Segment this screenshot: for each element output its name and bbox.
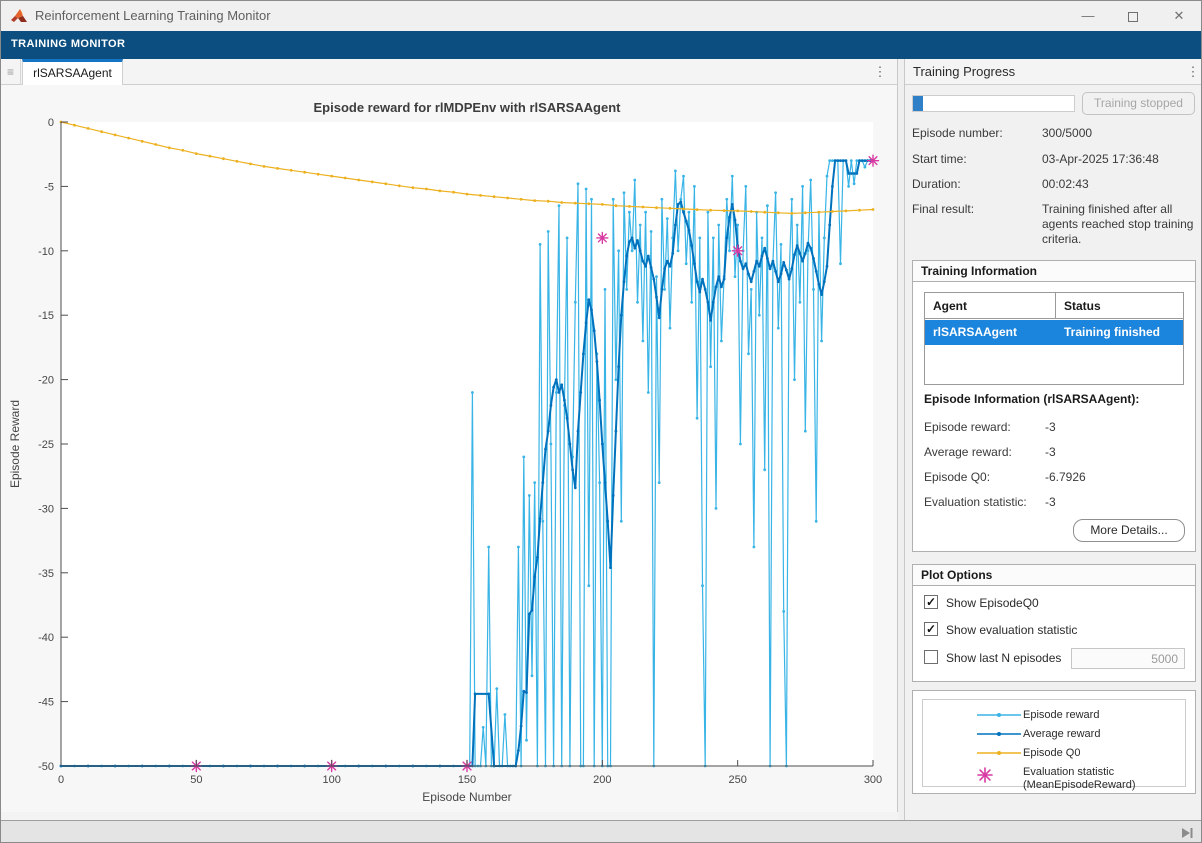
average-reward-label: Average reward: <box>924 445 1012 459</box>
duration-label: Duration: <box>912 177 961 191</box>
show-episodeq0-checkbox[interactable]: ✓ <box>924 595 938 609</box>
evaluation-statistic-value: -3 <box>1045 495 1056 509</box>
average-reward-legend-label: Average reward <box>1023 728 1100 740</box>
average-reward-value: -3 <box>1045 445 1056 459</box>
table-header-agent: Agent <box>925 293 1056 319</box>
training-progress-bar <box>912 95 1075 112</box>
ribbon-tab-training-monitor[interactable]: TRAINING MONITOR <box>11 38 125 50</box>
ribbon: TRAINING MONITOR <box>1 31 1202 59</box>
episode-q0-legend-line <box>975 746 1023 758</box>
training-progress-title: Training Progress <box>913 64 1015 79</box>
table-cell-agent: rlSARSAAgent <box>925 320 1056 345</box>
window-title: Reinforcement Learning Training Monitor <box>35 8 271 23</box>
minimize-button[interactable]: — <box>1066 1 1110 31</box>
legend-panel: Episode reward Average reward Episode Q0… <box>912 690 1196 794</box>
collapse-panel-icon[interactable] <box>1179 825 1195 841</box>
svg-text:-40: -40 <box>38 632 54 644</box>
evaluation-statistic-legend-marker <box>975 765 1023 777</box>
episode-reward-legend-label: Episode reward <box>1023 709 1099 721</box>
show-last-n-episodes-checkbox[interactable] <box>924 650 938 664</box>
plot-options-panel: Plot Options ✓ Show EpisodeQ0 ✓ Show eva… <box>912 564 1196 682</box>
maximize-icon <box>1128 12 1138 22</box>
app-window: Reinforcement Learning Training Monitor … <box>0 0 1202 843</box>
average-reward-legend-line <box>975 727 1023 739</box>
training-progress-menu-icon[interactable]: ⋮ <box>1183 59 1202 85</box>
episode-number-label: Episode number: <box>912 126 1003 140</box>
svg-text:-35: -35 <box>38 568 54 580</box>
evaluation-statistic-legend-label: Evaluation statistic(MeanEpisodeReward) <box>1023 766 1136 792</box>
table-row[interactable]: rlSARSAAgent Training finished <box>925 320 1183 345</box>
episode-reward-value: -3 <box>1045 420 1056 434</box>
matlab-logo-icon <box>10 7 28 25</box>
title-bar: Reinforcement Learning Training Monitor … <box>1 1 1202 31</box>
training-information-header: Training Information <box>913 261 1195 282</box>
episode-q0-value: -6.7926 <box>1045 470 1086 484</box>
status-bar <box>1 820 1202 843</box>
episode-q0-label: Episode Q0: <box>924 470 990 484</box>
chart-title: Episode reward for rlMDPEnv with rlSARSA… <box>314 100 622 115</box>
show-evaluation-statistic-checkbox[interactable]: ✓ <box>924 622 938 636</box>
training-information-title: Training Information <box>921 264 1037 278</box>
show-episodeq0-label[interactable]: Show EpisodeQ0 <box>946 596 1039 610</box>
training-progress-panel: Training Progress ⋮ Training stopped Epi… <box>904 59 1202 820</box>
plot-options-title: Plot Options <box>921 568 992 582</box>
final-result-label: Final result: <box>912 202 974 216</box>
last-n-episodes-input[interactable] <box>1071 648 1185 669</box>
training-progress-header: Training Progress ⋮ <box>905 59 1202 85</box>
plot-options-header: Plot Options <box>913 565 1195 586</box>
show-last-n-episodes-label[interactable]: Show last N episodes <box>946 651 1061 665</box>
panel-grip-icon[interactable]: ≡ <box>1 59 21 85</box>
y-axis-label: Episode Reward <box>8 400 22 488</box>
more-details-button[interactable]: More Details... <box>1073 519 1185 542</box>
svg-text:150: 150 <box>458 774 476 786</box>
svg-text:-50: -50 <box>38 761 54 773</box>
x-axis-label: Episode Number <box>422 790 511 804</box>
episode-number-value: 300/5000 <box>1042 126 1092 140</box>
svg-text:50: 50 <box>190 774 202 786</box>
svg-text:-10: -10 <box>38 246 54 258</box>
svg-text:250: 250 <box>728 774 746 786</box>
show-evaluation-statistic-label[interactable]: Show evaluation statistic <box>946 623 1077 637</box>
svg-text:100: 100 <box>322 774 340 786</box>
final-result-value: Training finished after all agents reach… <box>1042 202 1197 247</box>
start-time-label: Start time: <box>912 152 967 166</box>
start-time-value: 03-Apr-2025 17:36:48 <box>1042 152 1159 166</box>
episode-reward-legend-line <box>975 708 1023 720</box>
svg-text:-20: -20 <box>38 375 54 387</box>
maximize-button[interactable] <box>1111 1 1155 31</box>
training-stopped-button[interactable]: Training stopped <box>1082 92 1195 115</box>
training-progress-bar-fill <box>913 96 923 111</box>
tab-rlsarsaagent[interactable]: rlSARSAAgent <box>22 59 123 85</box>
duration-value: 00:02:43 <box>1042 177 1089 191</box>
training-plot-figure: 0 50 100 150 200 250 300 0 -5 -10 -15 -20 -25 -30 -35 -… <box>1 85 898 812</box>
table-header-status: Status <box>1056 293 1183 319</box>
svg-text:-25: -25 <box>38 439 54 451</box>
episode-reward-label: Episode reward: <box>924 420 1011 434</box>
svg-text:200: 200 <box>593 774 611 786</box>
legend-box: Episode reward Average reward Episode Q0… <box>922 699 1186 787</box>
training-information-panel: Training Information Agent Status rlSARS… <box>912 260 1196 552</box>
svg-text:0: 0 <box>58 774 64 786</box>
svg-text:0: 0 <box>48 117 54 129</box>
evaluation-statistic-label: Evaluation statistic: <box>924 495 1027 509</box>
table-cell-status: Training finished <box>1056 320 1183 345</box>
plot-horizontal-scroll-area[interactable] <box>1 812 898 820</box>
svg-text:-45: -45 <box>38 697 54 709</box>
tab-bar-menu-icon[interactable]: ⋮ <box>867 59 893 85</box>
svg-text:300: 300 <box>864 774 882 786</box>
svg-text:-30: -30 <box>38 503 54 515</box>
training-plot: 0 50 100 150 200 250 300 0 -5 -10 -15 -20 -25 -30 -35 -… <box>1 85 898 812</box>
episode-information-heading: Episode Information (rlSARSAAgent): <box>924 392 1139 406</box>
svg-text:-5: -5 <box>44 181 54 193</box>
close-button[interactable]: ✕ <box>1157 1 1201 31</box>
document-tab-bar: ≡ rlSARSAAgent ⋮ <box>1 59 898 85</box>
episode-q0-legend-label: Episode Q0 <box>1023 747 1080 759</box>
svg-text:-15: -15 <box>38 310 54 322</box>
agent-status-table: Agent Status rlSARSAAgent Training finis… <box>924 292 1184 385</box>
